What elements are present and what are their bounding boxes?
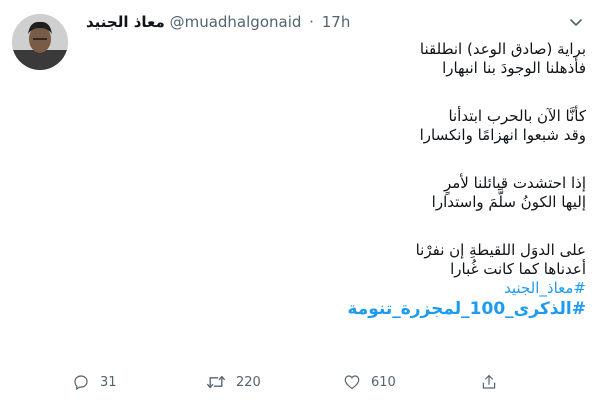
share-icon	[480, 373, 498, 391]
hashtag-link[interactable]: #معاذ_الجنيد	[86, 279, 586, 298]
tweet: معاذ الجنيد @muadhalgonaid · 17h براية (…	[0, 0, 600, 400]
share-button[interactable]	[480, 368, 498, 396]
chevron-down-icon[interactable]	[566, 12, 586, 32]
text-line: أعدناها كما كانت غُبارا	[450, 260, 586, 278]
tweet-text: براية (صادق الوعد) انطلقنا فأذهلنا الوجو…	[86, 40, 586, 320]
like-button[interactable]: 610	[343, 368, 396, 396]
avatar-image	[12, 14, 68, 70]
reply-button[interactable]: 31	[72, 368, 117, 396]
tweet-actions: 31 220 610	[0, 368, 600, 396]
text-line: كأنَّا الآن بالحرب ابتدأنا	[448, 107, 586, 125]
separator: ·	[309, 13, 314, 31]
text-line: فأذهلنا الوجودَ بنا انبهارا	[442, 59, 586, 77]
retweet-icon	[206, 373, 226, 391]
text-line: إذا احتشدت قبائلنا لأمرٍ	[443, 174, 586, 192]
hashtag-link[interactable]: #الذكرى_100_لمجزرة_تنومة	[86, 298, 586, 320]
tweet-header: معاذ الجنيد @muadhalgonaid · 17h	[86, 12, 350, 32]
retweet-button[interactable]: 220	[206, 368, 261, 396]
stanza: على الدوَل اللقيطةِ إن نفرْنا أعدناها كم…	[86, 241, 586, 279]
avatar[interactable]	[12, 14, 68, 70]
stanza: براية (صادق الوعد) انطلقنا فأذهلنا الوجو…	[86, 40, 586, 78]
text-line: براية (صادق الوعد) انطلقنا	[419, 40, 586, 58]
stanza: إذا احتشدت قبائلنا لأمرٍ إليها الكونُ سل…	[86, 174, 586, 212]
reply-icon	[72, 373, 90, 391]
stanza: كأنَّا الآن بالحرب ابتدأنا وقد شبعوا انه…	[86, 107, 586, 145]
display-name[interactable]: معاذ الجنيد	[86, 13, 165, 31]
text-line: وقد شبعوا انهزامًا وانكسارا	[419, 126, 586, 144]
timestamp[interactable]: 17h	[322, 13, 351, 31]
text-line: على الدوَل اللقيطةِ إن نفرْنا	[415, 241, 586, 259]
text-line: إليها الكونُ سلَّمَ واستدارا	[431, 193, 586, 211]
like-count: 610	[371, 374, 396, 390]
user-handle[interactable]: @muadhalgonaid	[170, 13, 302, 31]
reply-count: 31	[100, 374, 117, 390]
heart-icon	[343, 373, 361, 391]
retweet-count: 220	[236, 374, 261, 390]
